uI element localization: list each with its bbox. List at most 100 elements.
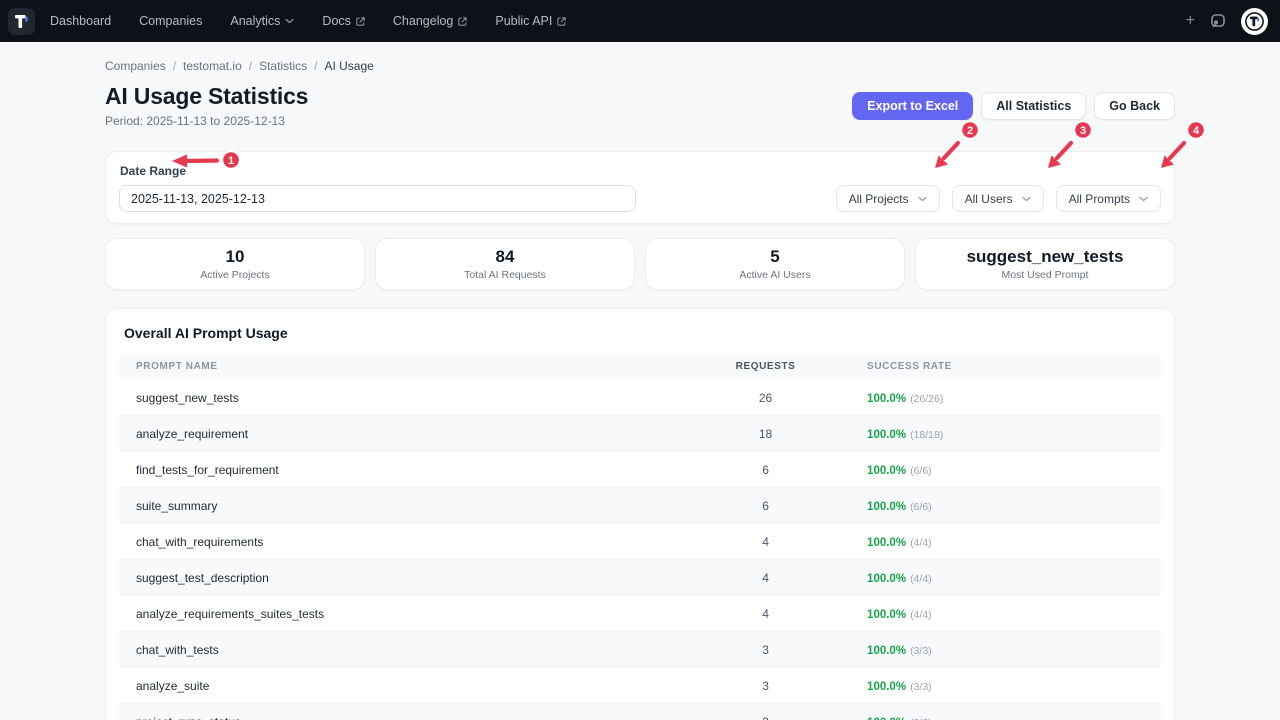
success-rate-ratio: (3/3): [910, 645, 932, 657]
nav-right-actions: +: [1186, 8, 1268, 35]
all-projects-dropdown-value: All Projects: [849, 192, 909, 206]
table-row: suite_summary6100.0%(6/6): [119, 488, 1161, 524]
table-row: project_runs_status2100.0%(2/2): [119, 704, 1161, 720]
col-prompt-name: PROMPT NAME: [119, 361, 716, 372]
prompt-name-cell: chat_with_requirements: [119, 535, 716, 549]
success-rate-ratio: (6/6): [910, 501, 932, 513]
stat-card-active-projects: 10 Active Projects: [105, 238, 365, 290]
success-rate-cell: 100.0%(18/18): [815, 427, 1161, 441]
success-rate-cell: 100.0%(3/3): [815, 643, 1161, 657]
prompt-name-cell: analyze_suite: [119, 679, 716, 693]
breadcrumb-separator: /: [173, 59, 176, 73]
date-range-label: Date Range: [120, 164, 636, 178]
testomat-logo[interactable]: [8, 8, 35, 35]
success-rate-ratio: (6/6): [910, 465, 932, 477]
success-rate-percent: 100.0%: [867, 465, 906, 477]
period-subtitle: Period: 2025-11-13 to 2025-12-13: [105, 114, 308, 128]
prompt-usage-card: Overall AI Prompt Usage PROMPT NAME REQU…: [105, 308, 1175, 720]
svg-text:4: 4: [1193, 125, 1200, 137]
chevron-down-icon: [1022, 196, 1031, 202]
all-users-dropdown[interactable]: All Users: [952, 185, 1044, 212]
requests-cell: 4: [716, 535, 815, 549]
filter-dropdowns: All Projects All Users All Prompts: [836, 185, 1161, 212]
nav-companies[interactable]: Companies: [139, 14, 202, 28]
go-back-button[interactable]: Go Back: [1094, 92, 1175, 120]
prompt-name-cell: analyze_requirement: [119, 427, 716, 441]
success-rate-ratio: (4/4): [910, 573, 932, 585]
breadcrumb-testomat[interactable]: testomat.io: [183, 59, 242, 73]
all-users-dropdown-value: All Users: [965, 192, 1013, 206]
prompt-usage-title: Overall AI Prompt Usage: [124, 325, 1161, 341]
table-row: analyze_requirement18100.0%(18/18): [119, 416, 1161, 452]
stats-row: 10 Active Projects 84 Total AI Requests …: [105, 238, 1175, 290]
date-range-group: Date Range: [119, 162, 636, 212]
nav-public-api-label: Public API: [495, 14, 552, 28]
stat-label: Total AI Requests: [464, 269, 546, 281]
success-rate-ratio: (4/4): [910, 537, 932, 549]
whats-new-icon[interactable]: [1210, 13, 1226, 29]
callout-4-badge: 4: [1187, 121, 1205, 139]
requests-cell: 6: [716, 499, 815, 513]
prompt-name-cell: analyze_requirements_suites_tests: [119, 607, 716, 621]
breadcrumb-statistics[interactable]: Statistics: [259, 59, 307, 73]
col-requests: REQUESTS: [716, 361, 815, 372]
success-rate-cell: 100.0% (2/2): [815, 715, 1161, 720]
requests-cell: 3: [716, 679, 815, 693]
nav-docs[interactable]: Docs: [322, 14, 364, 28]
success-rate-ratio: (2/2): [910, 717, 932, 720]
nav-analytics-label: Analytics: [230, 14, 280, 28]
all-prompts-dropdown[interactable]: All Prompts: [1056, 185, 1161, 212]
table-row: suggest_test_description4100.0%(4/4): [119, 560, 1161, 596]
success-rate-percent: 100.0%: [867, 717, 906, 720]
chevron-down-icon: [1139, 196, 1148, 202]
nav-dashboard[interactable]: Dashboard: [50, 14, 111, 28]
chevron-down-icon: [918, 196, 927, 202]
page-title-block: AI Usage Statistics Period: 2025-11-13 t…: [105, 83, 308, 128]
table-row: analyze_requirements_suites_tests4100.0%…: [119, 596, 1161, 632]
table-row: chat_with_requirements4100.0%(4/4): [119, 524, 1161, 560]
user-avatar[interactable]: [1241, 8, 1268, 35]
stat-value: 5: [770, 247, 779, 267]
table-row: chat_with_tests3100.0%(3/3): [119, 632, 1161, 668]
nav-companies-label: Companies: [139, 14, 202, 28]
testomat-logo-icon: [13, 13, 30, 30]
prompt-name-cell: suggest_test_description: [119, 571, 716, 585]
success-rate-ratio: (4/4): [910, 609, 932, 621]
nav-analytics[interactable]: Analytics: [230, 14, 294, 28]
nav-public-api[interactable]: Public API: [495, 14, 566, 28]
requests-cell: 18: [716, 427, 815, 441]
prompt-name-cell: find_tests_for_requirement: [119, 463, 716, 477]
table-row: find_tests_for_requirement6100.0%(6/6): [119, 452, 1161, 488]
requests-cell: 4: [716, 571, 815, 585]
all-statistics-button[interactable]: All Statistics: [981, 92, 1086, 120]
all-prompts-dropdown-value: All Prompts: [1069, 192, 1130, 206]
success-rate-cell: 100.0% (6/6): [815, 463, 1161, 477]
all-projects-dropdown[interactable]: All Projects: [836, 185, 940, 212]
requests-cell: 4: [716, 607, 815, 621]
prompt-name-cell: suite_summary: [119, 499, 716, 513]
add-icon[interactable]: +: [1186, 13, 1195, 29]
success-rate-cell: 100.0%(4/4): [815, 607, 1161, 621]
success-rate-cell: 100.0%(4/4): [815, 571, 1161, 585]
requests-cell: 2: [716, 715, 815, 720]
stat-label: Active AI Users: [739, 269, 810, 281]
export-to-excel-button[interactable]: Export to Excel: [852, 92, 973, 120]
success-rate-ratio: (18/18): [910, 429, 943, 441]
stat-card-active-users: 5 Active AI Users: [645, 238, 905, 290]
nav-changelog[interactable]: Changelog: [393, 14, 467, 28]
external-link-icon: [458, 17, 467, 26]
date-range-input[interactable]: [119, 185, 636, 212]
nav-dashboard-label: Dashboard: [50, 14, 111, 28]
stat-value: suggest_new_tests: [967, 247, 1124, 267]
stat-label: Most Used Prompt: [1002, 269, 1089, 281]
breadcrumb: Companies / testomat.io / Statistics / A…: [105, 59, 1175, 73]
breadcrumb-companies[interactable]: Companies: [105, 59, 166, 73]
chevron-down-icon: [285, 18, 294, 24]
breadcrumb-ai-usage: AI Usage: [324, 59, 373, 73]
external-link-icon: [557, 17, 566, 26]
table-header-row: PROMPT NAME REQUESTS SUCCESS RATE: [119, 353, 1161, 380]
success-rate-cell: 100.0%(26/26): [815, 391, 1161, 405]
breadcrumb-separator: /: [249, 59, 252, 73]
nav-changelog-label: Changelog: [393, 14, 453, 28]
stat-label: Active Projects: [200, 269, 269, 281]
